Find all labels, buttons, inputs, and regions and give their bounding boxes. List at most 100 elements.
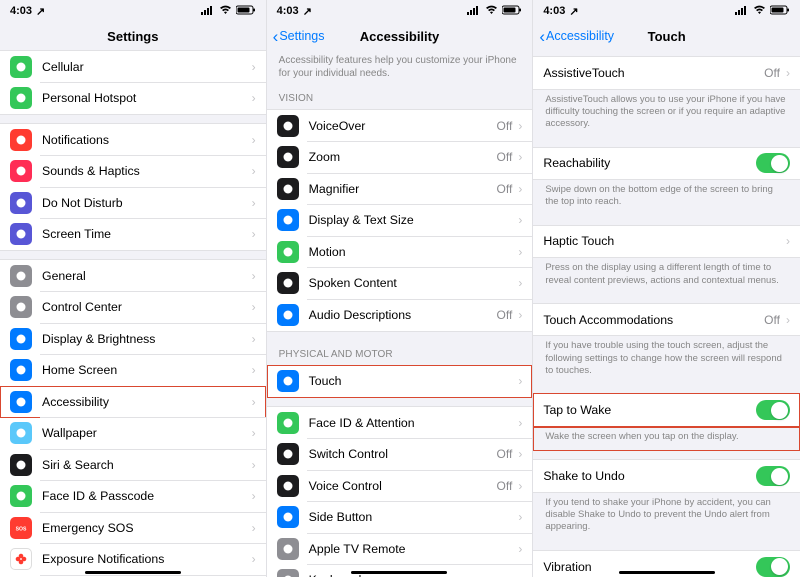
row-voice-control[interactable]: Voice ControlOff› [267, 470, 533, 502]
row-tap-to-wake[interactable]: Tap to Wake [533, 394, 800, 426]
rows-list: Notifications›Sounds & Haptics›Do Not Di… [0, 123, 266, 251]
chevron-right-icon: › [518, 119, 522, 133]
row-label: AssistiveTouch [543, 66, 764, 80]
row-siri-search[interactable]: Siri & Search› [0, 449, 266, 481]
row-magnifier[interactable]: MagnifierOff› [267, 173, 533, 205]
toggle-switch[interactable] [756, 400, 790, 420]
home-indicator[interactable] [351, 571, 447, 575]
home-indicator[interactable] [85, 571, 181, 575]
row-touch[interactable]: Touch› [267, 366, 533, 398]
voiceover-icon [277, 115, 299, 137]
row-label: Exposure Notifications [42, 552, 252, 566]
chevron-right-icon: › [786, 66, 790, 80]
row-display-brightness[interactable]: Display & Brightness› [0, 323, 266, 355]
row-value: Off [497, 479, 513, 493]
toggle-switch[interactable] [756, 557, 790, 577]
motion-icon [277, 241, 299, 263]
row-label: Touch Accommodations [543, 313, 764, 327]
row-personal-hotspot[interactable]: Personal Hotspot› [0, 83, 266, 115]
sidebtn-icon [277, 506, 299, 528]
row-label: Audio Descriptions [309, 308, 497, 322]
row-do-not-disturb[interactable]: Do Not Disturb› [0, 187, 266, 219]
row-face-id-passcode[interactable]: Face ID & Passcode› [0, 481, 266, 513]
back-label: Accessibility [546, 29, 614, 43]
wifi-icon [753, 5, 766, 18]
row-general[interactable]: General› [0, 260, 266, 292]
panels-container: 4:03↗ Settings Cellular›Personal Hotspot… [0, 0, 800, 577]
row-home-screen[interactable]: Home Screen› [0, 355, 266, 387]
group-footer: Wake the screen when you tap on the disp… [533, 427, 800, 451]
back-button[interactable]: ‹Settings [273, 22, 325, 50]
touch-scroll[interactable]: AssistiveTouchOff›AssistiveTouch allows … [533, 50, 800, 577]
settings-group: AssistiveTouchOff›AssistiveTouch allows … [533, 56, 800, 139]
row-label: Notifications [42, 133, 252, 147]
settings-group: Face ID & Attention›Switch ControlOff›Vo… [267, 406, 533, 577]
group-footer: Press on the display using a different l… [533, 258, 800, 295]
status-icons [467, 5, 522, 18]
bell-icon [10, 129, 32, 151]
row-spoken-content[interactable]: Spoken Content› [267, 268, 533, 300]
speech-icon [277, 272, 299, 294]
settings-group: Shake to UndoIf you tend to shake your i… [533, 459, 800, 542]
row-switch-control[interactable]: Switch ControlOff› [267, 439, 533, 471]
row-control-center[interactable]: Control Center› [0, 292, 266, 324]
settings-group: VISIONVoiceOverOff›ZoomOff›MagnifierOff›… [267, 84, 533, 332]
row-accessibility[interactable]: Accessibility› [0, 386, 266, 418]
chevron-right-icon: › [252, 458, 256, 472]
intro-text: Accessibility features help you customiz… [267, 50, 533, 84]
back-label: Settings [279, 29, 324, 43]
row-value: Off [497, 119, 513, 133]
row-sounds-haptics[interactable]: Sounds & Haptics› [0, 156, 266, 188]
nav-bar: Settings [0, 22, 266, 50]
back-button[interactable]: ‹Accessibility [539, 22, 614, 50]
switchctrl-icon [277, 443, 299, 465]
settings-group: General›Control Center›Display & Brightn… [0, 259, 266, 577]
row-shake-to-undo[interactable]: Shake to Undo [533, 460, 800, 492]
row-label: Do Not Disturb [42, 196, 252, 210]
row-audio-descriptions[interactable]: Audio DescriptionsOff› [267, 299, 533, 331]
group-header: VISION [267, 84, 533, 109]
status-bar: 4:03↗ [533, 0, 800, 22]
row-display-text-size[interactable]: Display & Text Size› [267, 205, 533, 237]
row-side-button[interactable]: Side Button› [267, 502, 533, 534]
row-notifications[interactable]: Notifications› [0, 124, 266, 156]
row-motion[interactable]: Motion› [267, 236, 533, 268]
row-label: Zoom [309, 150, 497, 164]
row-value: Off [764, 66, 780, 80]
row-label: Spoken Content [309, 276, 519, 290]
row-reachability[interactable]: Reachability [533, 148, 800, 180]
wifi-icon [219, 5, 232, 18]
row-apple-tv-remote[interactable]: Apple TV Remote› [267, 533, 533, 565]
row-zoom[interactable]: ZoomOff› [267, 142, 533, 174]
row-emergency-sos[interactable]: SOSEmergency SOS› [0, 512, 266, 544]
row-label: Shake to Undo [543, 469, 756, 483]
row-assistivetouch[interactable]: AssistiveTouchOff › [533, 57, 800, 89]
row-touch-accommodations[interactable]: Touch AccommodationsOff› [533, 304, 800, 336]
settings-group: Cellular›Personal Hotspot› [0, 50, 266, 115]
row-label: Siri & Search [42, 458, 252, 472]
chevron-right-icon: › [252, 300, 256, 314]
row-label: Accessibility [42, 395, 252, 409]
chevron-right-icon: › [518, 374, 522, 388]
panel-accessibility: 4:03↗ ‹Settings Accessibility Accessibil… [267, 0, 534, 577]
row-voiceover[interactable]: VoiceOverOff› [267, 110, 533, 142]
location-icon: ↗ [303, 5, 312, 18]
settings-scroll[interactable]: Cellular›Personal Hotspot›Notifications›… [0, 50, 266, 577]
row-screen-time[interactable]: Screen Time› [0, 219, 266, 251]
home-indicator[interactable] [619, 571, 715, 575]
row-cellular[interactable]: Cellular› [0, 51, 266, 83]
textsize-icon [277, 209, 299, 231]
rows-list: Shake to Undo [533, 459, 800, 493]
row-haptic-touch[interactable]: Haptic Touch› [533, 226, 800, 258]
row-face-id-attention[interactable]: Face ID & Attention› [267, 407, 533, 439]
toggle-switch[interactable] [756, 466, 790, 486]
row-label: Motion [309, 245, 519, 259]
row-wallpaper[interactable]: Wallpaper› [0, 418, 266, 450]
nav-bar: ‹Accessibility Touch [533, 22, 800, 50]
battery-icon [236, 5, 256, 18]
accessibility-scroll[interactable]: Accessibility features help you customiz… [267, 50, 533, 577]
battery-icon [502, 5, 522, 18]
chevron-right-icon: › [786, 234, 790, 248]
toggle-switch[interactable] [756, 153, 790, 173]
rows-list: AssistiveTouchOff › [533, 56, 800, 90]
